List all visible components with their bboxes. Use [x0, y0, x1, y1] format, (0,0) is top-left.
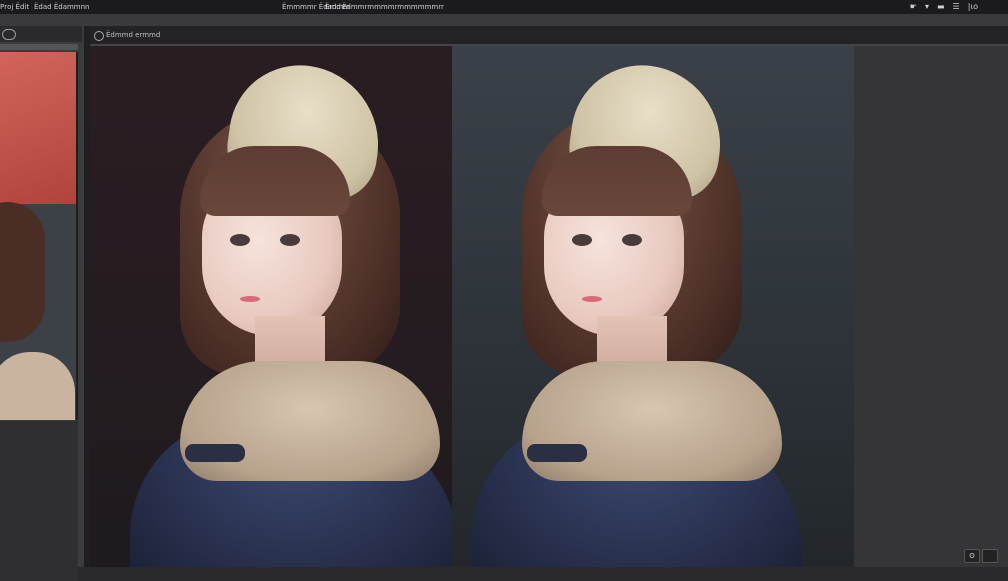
menu-icon[interactable]: ☰: [953, 2, 960, 12]
menu-bar: Рrоj Ёdit Ёdаd Ёdаmmnn Ёmmmmr Ёdаdd Ёmmm…: [0, 0, 1008, 14]
zoom-button[interactable]: ʘ: [964, 549, 980, 563]
eye-right: [280, 234, 300, 246]
system-tray: ☛ ▾ ▬ ☰ |ɩo: [910, 2, 978, 12]
bow: [527, 444, 587, 462]
lips: [240, 296, 260, 302]
menu-item-file[interactable]: Рrоj Ёdit: [0, 2, 29, 12]
bangs: [542, 146, 692, 216]
thumbnail-hair: [0, 202, 45, 342]
portrait-left: [90, 46, 452, 567]
lace-collar: [522, 361, 782, 481]
viewer-empty-area: [854, 46, 1008, 567]
lips: [582, 296, 602, 302]
eye-right: [622, 234, 642, 246]
menu-item-help[interactable]: Ёdmmrmmmmrmmmmmmrr: [342, 2, 444, 12]
left-panel: [0, 26, 84, 581]
left-panel-empty: [0, 421, 78, 581]
eye-left: [230, 234, 250, 246]
bow: [185, 444, 245, 462]
left-panel-header: [0, 26, 82, 42]
document-icon: [94, 31, 104, 41]
thumbnail-red-area: [0, 52, 76, 204]
left-panel-tab[interactable]: [0, 44, 78, 50]
viewer-titlebar: Ёdmmd ermmd: [90, 26, 1008, 44]
bangs: [200, 146, 350, 216]
viewer-tab-label[interactable]: Ёdmmd ermmd: [106, 30, 160, 40]
clock-icon[interactable]: |ɩo: [968, 2, 978, 12]
toolbar-strip: [0, 14, 1008, 26]
signal-icon[interactable]: ▾: [925, 2, 929, 12]
menu-item-edit[interactable]: Ёdаd Ёdаmmnn: [34, 2, 90, 12]
wifi-icon[interactable]: ☛: [910, 2, 917, 12]
portrait-right: [452, 46, 802, 567]
battery-icon[interactable]: ▬: [937, 2, 945, 12]
image-canvas-right[interactable]: [452, 46, 854, 567]
image-canvas-left[interactable]: [90, 46, 452, 567]
lace-collar: [180, 361, 440, 481]
eye-left: [572, 234, 592, 246]
image-viewer: Ёdmmd ermmd ʘ: [90, 26, 1008, 567]
thumbnail-preview[interactable]: [0, 52, 78, 420]
eye-icon[interactable]: [2, 29, 16, 40]
chevron-down-icon[interactable]: [982, 549, 998, 563]
